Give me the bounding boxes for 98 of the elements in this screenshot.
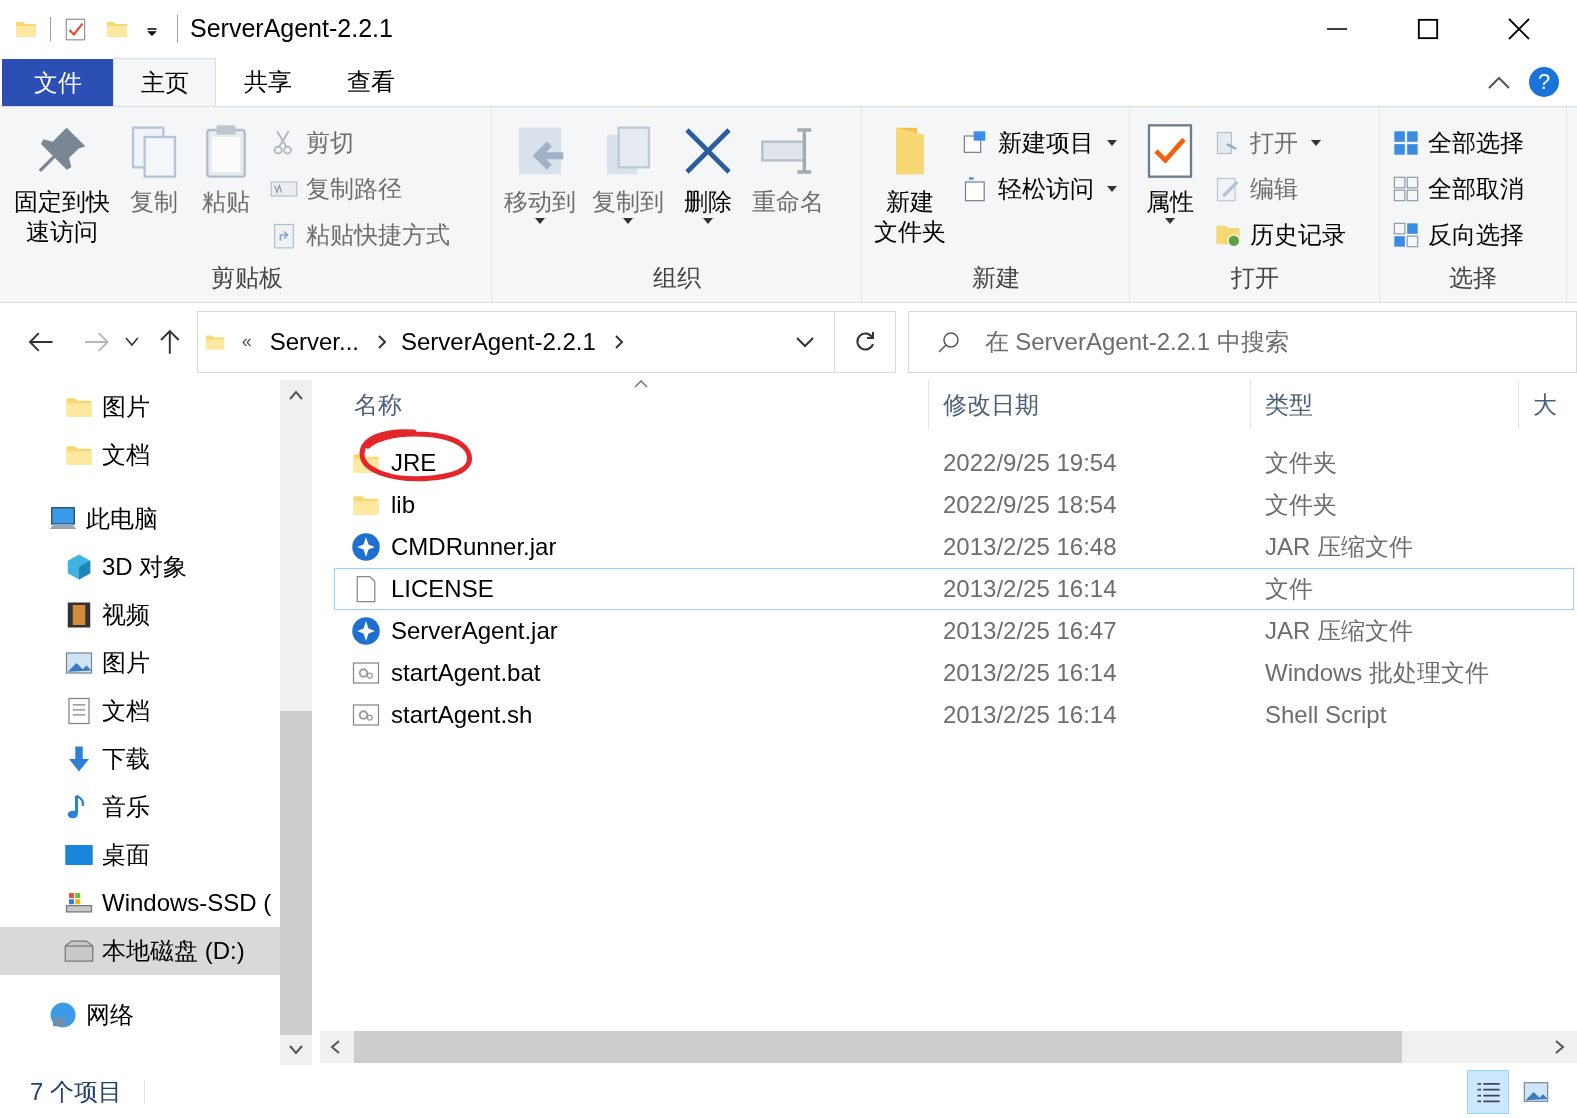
help-button[interactable]: ? — [1529, 67, 1559, 97]
ribbon-button[interactable]: 全部选择 — [1392, 121, 1524, 165]
date-cell-text: 2013/2/25 16:47 — [942, 616, 1118, 646]
invert-selection-icon — [1392, 221, 1420, 249]
item-count: 7 个项目 — [30, 1076, 122, 1107]
maximize-icon[interactable] — [1417, 18, 1439, 40]
type-cell-text: Shell Script — [1264, 700, 1388, 730]
type-cell-text: 文件夹 — [1264, 448, 1338, 478]
address-bar[interactable]: « Server... ServerAgent-2.2.1 — [196, 310, 835, 373]
column-header[interactable]: 类型 — [1251, 387, 1313, 423]
scrollbar-thumb[interactable] — [280, 711, 312, 1035]
ribbon-tab[interactable]: 查看 — [319, 58, 422, 106]
file-row[interactable]: lib 2022/9/25 18:54 文件夹 — [334, 484, 1574, 526]
window-title: ServerAgent-2.2.1 — [190, 13, 393, 45]
file-name: ServerAgent.jar — [391, 616, 558, 646]
file-row[interactable]: startAgent.bat 2013/2/25 16:14 Windows 批处理文件 — [334, 652, 1574, 694]
column-header[interactable]: 名称 — [340, 387, 402, 423]
date-cell-text: 2013/2/25 16:14 — [942, 658, 1118, 688]
nav-item[interactable]: 下载 — [0, 735, 280, 783]
close-icon[interactable] — [1507, 17, 1531, 41]
date-cell-text: 2022/9/25 18:54 — [942, 490, 1118, 520]
file-row[interactable]: ServerAgent.jar 2013/2/25 16:47 JAR 压缩文件 — [334, 610, 1574, 652]
nav-item[interactable]: 图片 — [0, 383, 280, 431]
file-tab[interactable]: 文件 — [2, 59, 113, 106]
breadcrumb[interactable]: ServerAgent-2.2.1 — [401, 323, 596, 360]
chevron-right-icon[interactable] — [613, 333, 624, 350]
date-cell-text: 2013/2/25 16:14 — [942, 574, 1118, 604]
type-cell-text: JAR 压缩文件 — [1264, 532, 1414, 562]
network-icon — [48, 1000, 78, 1030]
group-label: 新建 — [970, 263, 1021, 293]
ribbon-button[interactable]: 新建项目 — [962, 121, 1118, 165]
overflow-chevron[interactable]: « — [241, 328, 252, 355]
ribbon-button[interactable]: 历史记录 — [1214, 213, 1346, 257]
file-row[interactable]: LICENSE 2013/2/25 16:14 文件 — [334, 568, 1574, 610]
nav-item[interactable]: 此电脑 — [0, 495, 280, 543]
type-cell-text: Windows 批处理文件 — [1264, 658, 1491, 688]
search-icon — [936, 329, 961, 354]
ribbon-button[interactable]: 删除 — [680, 121, 736, 225]
file-name: JRE — [391, 448, 437, 478]
recent-caret-icon[interactable] — [125, 336, 139, 347]
column-header[interactable]: 修改日期 — [929, 387, 1039, 423]
scrollbar-thumb[interactable] — [354, 1031, 1402, 1063]
search-input[interactable]: 在 ServerAgent-2.2.1 中搜索 — [984, 323, 1576, 360]
file-name: lib — [391, 490, 415, 520]
breadcrumb[interactable]: Server... — [269, 323, 359, 360]
date-cell-text: 2013/2/25 16:48 — [942, 532, 1118, 562]
file-row[interactable]: JRE 2022/9/25 19:54 文件夹 — [334, 442, 1574, 484]
nav-item[interactable]: 桌面 — [0, 831, 280, 879]
dropdown-caret-icon[interactable] — [795, 335, 814, 348]
ribbon-button[interactable]: 全部取消 — [1392, 167, 1524, 211]
file-name: CMDRunner.jar — [391, 532, 557, 562]
scroll-right-icon[interactable] — [1555, 1040, 1565, 1054]
nav-item[interactable]: 本地磁盘 (D:) — [0, 927, 280, 975]
scroll-up-icon[interactable] — [289, 390, 303, 400]
file-row[interactable]: CMDRunner.jar 2013/2/25 16:48 JAR 压缩文件 — [334, 526, 1574, 568]
nav-item[interactable]: 图片 — [0, 639, 280, 687]
file-name: startAgent.sh — [391, 700, 533, 730]
file-row[interactable]: startAgent.sh 2013/2/25 16:14 Shell Script — [334, 694, 1574, 736]
search-field[interactable]: 在 ServerAgent-2.2.1 中搜索 — [907, 310, 1577, 373]
file-name: startAgent.bat — [391, 658, 541, 688]
scroll-down-icon[interactable] — [289, 1045, 303, 1055]
ribbon-button[interactable]: 轻松访问 — [962, 167, 1118, 211]
jar-file-icon — [351, 532, 381, 562]
ribbon-button[interactable]: 新建 文件夹 — [874, 121, 946, 247]
group-label: 组织 — [651, 263, 702, 293]
type-cell-text: JAR 压缩文件 — [1264, 616, 1414, 646]
select-none-icon — [1392, 175, 1420, 203]
nav-item[interactable]: 文档 — [0, 431, 280, 479]
refresh-button[interactable] — [834, 310, 896, 373]
ribbon-tab[interactable]: 主页 — [113, 58, 216, 106]
jar-file-icon — [351, 616, 381, 646]
ribbon-button[interactable]: 反向选择 — [1392, 213, 1524, 257]
ribbon-button[interactable]: 属性 — [1142, 121, 1198, 225]
type-cell-text: 文件 — [1264, 574, 1314, 604]
nav-item[interactable]: 文档 — [0, 687, 280, 735]
select-all-icon — [1392, 129, 1420, 157]
details-view-button[interactable] — [1467, 1069, 1509, 1114]
nav-item[interactable]: 网络 — [0, 991, 280, 1039]
nav-item[interactable]: Windows-SSD ( — [0, 879, 280, 927]
date-cell-text: 2013/2/25 16:14 — [942, 700, 1118, 730]
refresh-icon — [853, 330, 876, 353]
ribbon-tab[interactable]: 共享 — [216, 58, 319, 106]
nav-item[interactable]: 视频 — [0, 591, 280, 639]
chevron-right-icon[interactable] — [377, 333, 387, 350]
up-arrow-icon[interactable] — [158, 328, 181, 355]
type-cell-text: 文件夹 — [1264, 490, 1338, 520]
group-label: 打开 — [1229, 263, 1280, 293]
file-name: LICENSE — [391, 574, 494, 604]
column-header[interactable]: 大 — [1519, 387, 1557, 423]
group-label: 选择 — [1448, 263, 1498, 293]
nav-item[interactable]: 3D 对象 — [0, 543, 280, 591]
date-cell-text: 2022/9/25 19:54 — [942, 448, 1118, 478]
scroll-left-icon[interactable] — [330, 1040, 340, 1054]
ribbon-button[interactable]: 固定到快 速访问 — [14, 121, 110, 247]
nav-item[interactable]: 音乐 — [0, 783, 280, 831]
collapse-caret-icon[interactable] — [1487, 76, 1511, 90]
group-label: 剪贴板 — [209, 263, 284, 293]
back-arrow-icon[interactable] — [28, 330, 54, 353]
